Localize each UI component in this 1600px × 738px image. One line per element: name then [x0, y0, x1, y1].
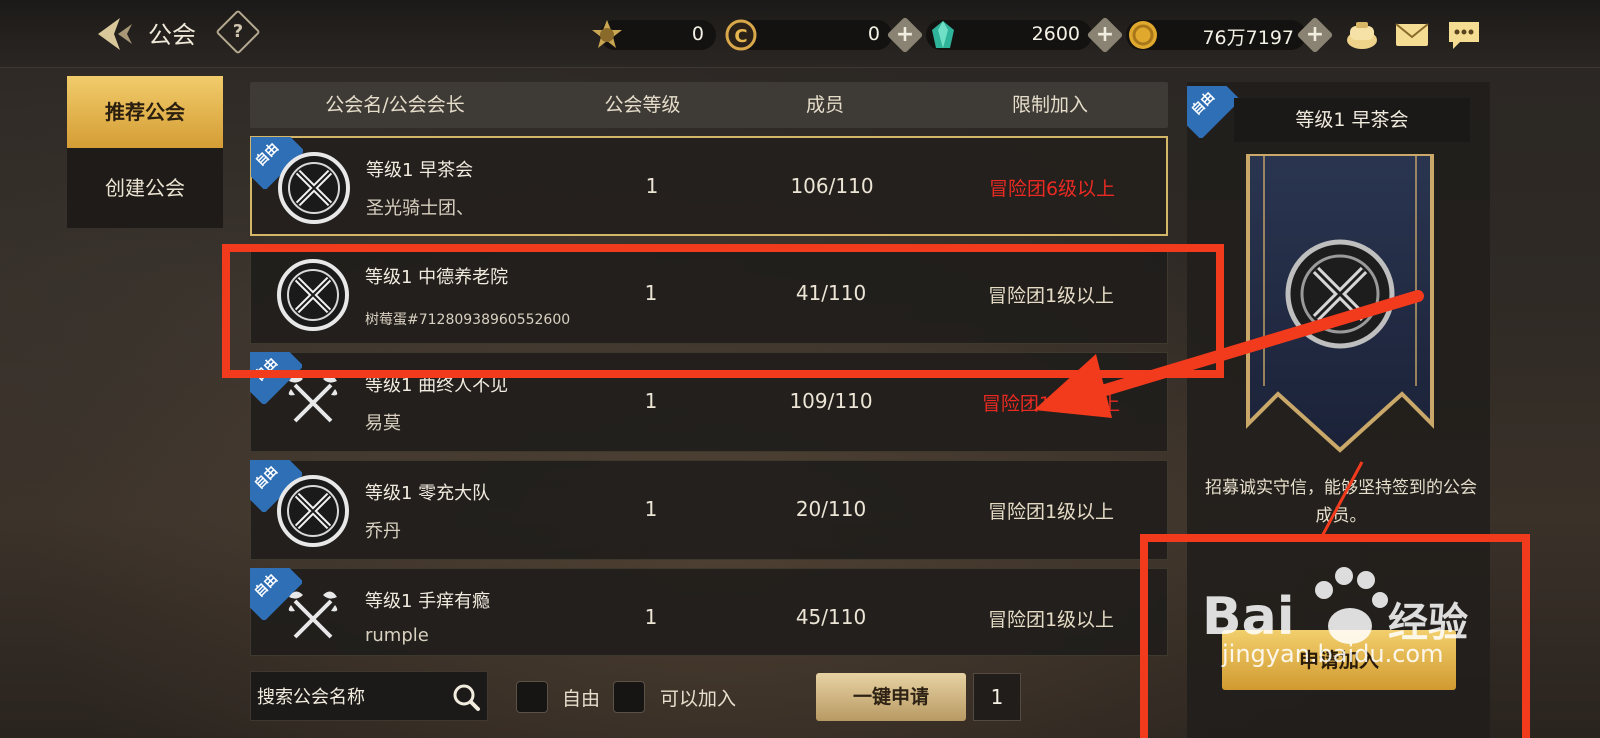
help-button[interactable]: ? [215, 9, 261, 55]
table-header: 公会名/公会会长 公会等级 成员 限制加入 [250, 82, 1168, 128]
gold-emblem-icon [592, 20, 622, 48]
guild-members: 41/110 [795, 281, 867, 305]
table-row[interactable]: 自由 等级1 曲终人不见 易莫 1 109/110 冒险团10级以上 [250, 352, 1168, 452]
table-row[interactable]: 自由 等级1 手痒有瘾 rumple 1 45/110 冒险团1级以上 [250, 568, 1168, 656]
question-icon: ? [232, 21, 244, 42]
apply-all-button[interactable]: 一键申请 [816, 673, 966, 721]
plus-icon: + [895, 22, 915, 47]
free-badge: 自由 [1187, 86, 1239, 138]
mail-icon[interactable] [1394, 18, 1430, 52]
currency-value: 76万7197 [1202, 27, 1294, 49]
guild-banner [1246, 154, 1434, 453]
guild-members: 109/110 [789, 389, 873, 413]
bag-icon[interactable] [1344, 18, 1380, 52]
join-limit: 冒险团1级以上 [987, 285, 1115, 307]
join-limit: 冒险团10级以上 [981, 393, 1121, 415]
detail-title: 等级1 早茶会 [1234, 98, 1470, 142]
currency-value: 0 [867, 23, 880, 45]
guild-level: 1 [644, 389, 658, 413]
search-box [250, 671, 488, 721]
currency-slot-gem: 2600 [926, 20, 1092, 50]
guild-level: 1 [645, 174, 659, 198]
axes-emblem-icon [288, 375, 338, 423]
page-number[interactable]: 1 [973, 673, 1021, 721]
table-row[interactable]: 等级1 中德养老院 树莓蛋#71280938960552600 1 41/110… [250, 244, 1168, 344]
column-header-limit: 限制加入 [1011, 94, 1088, 116]
guild-leader: 树莓蛋#71280938960552600 [365, 312, 571, 328]
tab-create-guild[interactable]: 创建公会 [67, 152, 223, 224]
guild-name: 等级1 中德养老院 [365, 267, 509, 288]
guild-name: 等级1 手痒有瘾 [365, 591, 491, 612]
gold-coin-icon [1129, 21, 1157, 49]
guild-leader: 乔丹 [365, 521, 401, 542]
guild-name: 等级1 曲终人不见 [365, 375, 509, 396]
swords-emblem-icon [277, 259, 349, 331]
currency-value: 0 [691, 23, 704, 45]
swords-emblem-icon [277, 475, 349, 547]
join-limit: 冒险团6级以上 [988, 178, 1116, 200]
swords-emblem-icon [278, 152, 350, 224]
guild-level: 1 [644, 497, 658, 521]
guild-description: 招募诚实守信，能够坚持签到的公会成员。 [1205, 478, 1477, 526]
plus-icon: + [1095, 22, 1115, 47]
joinable-filter-checkbox[interactable] [613, 681, 645, 713]
guild-leader: 易莫 [365, 413, 401, 434]
guild-members: 45/110 [795, 605, 867, 629]
top-bar: 公会 ? 0 C 0 + 2600 + 76万7197 + [0, 0, 1600, 68]
search-icon[interactable] [451, 682, 481, 712]
free-filter-checkbox[interactable] [516, 681, 548, 713]
table-row[interactable]: 自由 等级1 零充大队 乔丹 1 20/110 冒险团1级以上 [250, 460, 1168, 560]
guild-members: 20/110 [795, 497, 867, 521]
currency-slot-coin: C 0 [725, 19, 892, 51]
join-limit: 冒险团1级以上 [987, 609, 1115, 631]
guild-level: 1 [644, 281, 658, 305]
page-title: 公会 [148, 21, 196, 49]
column-header-name: 公会名/公会会长 [325, 94, 465, 116]
chat-icon[interactable] [1446, 18, 1482, 52]
column-header-members: 成员 [805, 94, 844, 116]
guild-leader: 圣光骑士团、 [366, 198, 474, 219]
joinable-filter-label: 可以加入 [660, 688, 737, 710]
coin-c-icon: C [725, 19, 757, 51]
add-currency-button[interactable]: + [1296, 16, 1334, 54]
add-currency-button[interactable]: + [1086, 16, 1124, 54]
back-arrow-icon[interactable] [92, 14, 136, 54]
green-gem-icon [932, 21, 954, 48]
currency-slot-gold: 76万7197 [1126, 20, 1306, 50]
column-header-level: 公会等级 [604, 94, 681, 116]
guild-name: 等级1 零充大队 [365, 483, 491, 504]
guild-level: 1 [644, 605, 658, 629]
join-limit: 冒险团1级以上 [987, 501, 1115, 523]
guild-leader: rumple [365, 625, 429, 646]
plus-icon: + [1305, 22, 1325, 47]
tab-recommended-guilds[interactable]: 推荐公会 [67, 76, 223, 148]
side-tabs: 推荐公会 创建公会 [67, 76, 223, 228]
add-currency-button[interactable]: + [886, 16, 924, 54]
guild-members: 106/110 [790, 174, 874, 198]
guild-name: 等级1 早茶会 [366, 160, 474, 181]
table-row[interactable]: 自由 等级1 早茶会 圣光骑士团、 1 106/110 冒险团6级以上 [250, 136, 1168, 236]
currency-value: 2600 [1031, 23, 1080, 45]
search-input[interactable] [257, 682, 447, 712]
free-filter-label: 自由 [562, 688, 601, 710]
svg-text:C: C [734, 26, 747, 47]
currency-slot-emblem: 0 [592, 20, 716, 50]
axes-emblem-icon [288, 591, 338, 639]
watermark-url: jingyan.baidu.com [1222, 640, 1444, 668]
